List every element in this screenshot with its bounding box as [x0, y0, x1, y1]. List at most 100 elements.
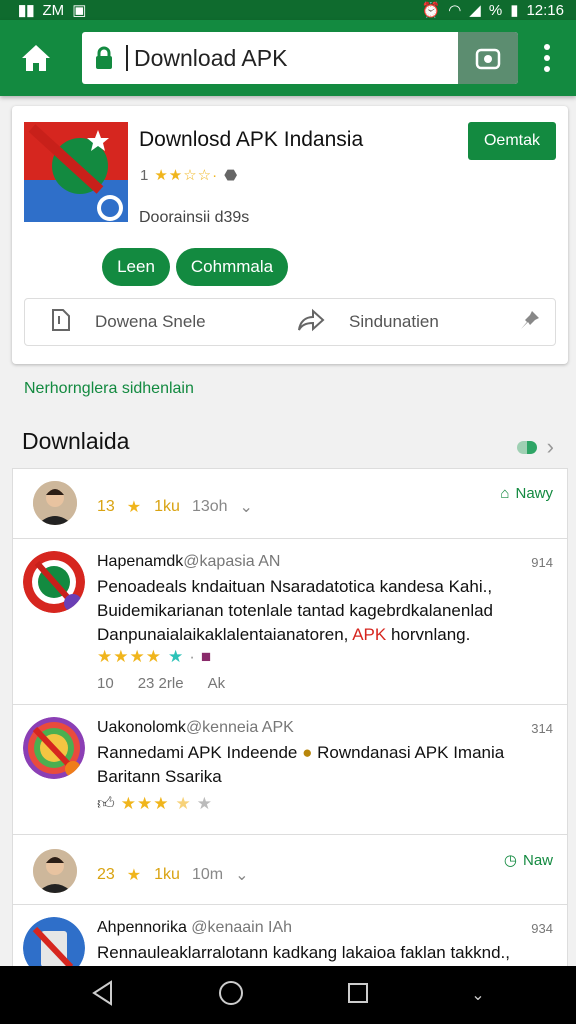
lock-icon: [82, 46, 126, 70]
post-row[interactable]: Ahpennorika @kenaain IAh 934 Rennauleakl…: [13, 905, 567, 968]
star-icon: ★: [126, 499, 143, 516]
post-app-icon: [23, 717, 85, 779]
overflow-menu-icon[interactable]: [532, 36, 562, 80]
star-icon: ★: [126, 867, 143, 884]
wifi-icon: ◠: [448, 2, 462, 19]
summary-row[interactable]: 23 ★ 1ku 10m ⌄ ◷ Naw: [13, 835, 567, 905]
summary-count: 23: [97, 866, 115, 883]
keyboard-hide-icon[interactable]: ⌄: [471, 985, 484, 1005]
post-footer-time: 23 2rle: [137, 675, 184, 692]
post-app-icon: [23, 551, 85, 613]
star-icon: ★: [175, 793, 191, 813]
battery-text: %: [488, 1, 503, 19]
post-author: Hapenamdk@kapasia AN: [97, 553, 280, 571]
apk-highlight: APK: [352, 625, 387, 644]
summary-meta: 23 ★ 1ku 10m ⌄: [97, 865, 248, 885]
post-rating: ★★★★ ★ · ■: [97, 647, 211, 667]
pill-button-2[interactable]: Cohmmala: [176, 248, 288, 286]
clock-icon: ◷: [503, 852, 517, 869]
status-bar: ▮▮ ZM ▣ ⏰ ◠ ◢ % ▮ 12:16: [0, 0, 576, 20]
post-text-part: horvnlang.: [386, 625, 471, 644]
rating-label: 1: [140, 166, 149, 184]
star-icon: ★: [196, 793, 212, 813]
post-author-handle: @kenneia APK: [185, 719, 294, 736]
post-author: Uakonolomk@kenneia APK: [97, 719, 294, 737]
app-logo: [24, 122, 128, 222]
post-footer-extra: Ak: [207, 675, 226, 692]
section-controls[interactable]: ›: [516, 434, 554, 460]
chevron-down-icon[interactable]: ⌄: [235, 865, 248, 885]
rating-stars: ★★★: [120, 793, 170, 813]
post-text-part: Rowndanasi APK Imania: [317, 743, 505, 762]
post-text: Rennauleaklarralotann kadkang lakaioa fa…: [97, 943, 510, 962]
open-button[interactable]: Oemtak: [468, 122, 556, 160]
camera-icon[interactable]: [458, 32, 518, 84]
post-author-name: Hapenamdk: [97, 553, 184, 570]
summary-rating: 1ku: [154, 866, 180, 883]
post-time: 934: [531, 921, 553, 936]
post-text-part: Rannedami APK Indeende: [97, 743, 298, 762]
toggle-dots-icon[interactable]: [516, 440, 537, 454]
app-title: Downlosd APK Indansia: [139, 128, 364, 151]
alarm-icon: ⏰: [421, 2, 441, 19]
post-author-name: Uakonolomk: [97, 719, 186, 736]
home-nav-icon[interactable]: [218, 980, 244, 1011]
action-bar: Dowena Snele Sindunatien: [24, 298, 556, 346]
clock: 12:16: [526, 1, 564, 19]
document-icon: [49, 308, 71, 337]
post-text: Penoadeals kndaituan Nsaradatotica kande…: [97, 575, 555, 647]
section-title: Downlaida: [22, 428, 130, 454]
post-row[interactable]: Hapenamdk@kapasia AN 914 Penoadeals knda…: [13, 539, 567, 705]
chevron-down-icon[interactable]: ⌄: [240, 497, 253, 517]
summary-count: 13: [97, 498, 115, 515]
post-footer-count: 10: [97, 675, 114, 692]
share-action[interactable]: Sindunatien: [297, 308, 439, 337]
post-text-part: Baritann Ssarika: [97, 767, 222, 786]
image-icon: ▣: [72, 2, 87, 19]
emoji-icon: ●: [302, 743, 313, 762]
feed-list: 13 ★ 1ku 13oh ⌄ ⌂ Nawy Hapenamdk@kapasia…: [12, 468, 568, 968]
rating-stars: ★★★★: [97, 647, 162, 666]
download-action-label: Dowena Snele: [95, 312, 206, 331]
summary-row[interactable]: 13 ★ 1ku 13oh ⌄ ⌂ Nawy: [13, 469, 567, 539]
new-badge-label: Nawy: [515, 485, 553, 502]
post-author-name: Ahpennorika: [97, 919, 187, 936]
post-author-handle: @kenaain IAh: [191, 919, 293, 936]
post-time: 914: [531, 555, 553, 570]
new-badge[interactable]: ⌂ Nawy: [500, 485, 553, 502]
pin-icon[interactable]: [519, 309, 541, 336]
summary-time: 10m: [191, 866, 224, 883]
rating-stars: ★★☆☆·: [154, 167, 219, 184]
home-icon[interactable]: [14, 36, 58, 80]
sim-icon: ▮▮: [18, 2, 35, 19]
pill-button-1[interactable]: Leen: [102, 248, 170, 286]
avatar: [33, 849, 77, 893]
status-left-text: ZM: [42, 1, 65, 19]
rating-row: 1 ★★☆☆· ⬣: [140, 166, 238, 185]
share-action-label: Sindunatien: [349, 312, 439, 331]
signal-icon: ◢: [469, 2, 481, 19]
section-link[interactable]: Nerhornglera sidhenlain: [24, 380, 194, 398]
app-card: Downlosd APK Indansia 1 ★★☆☆· ⬣ Doorains…: [12, 106, 568, 364]
chevron-right-icon[interactable]: ›: [547, 434, 554, 460]
recents-icon[interactable]: [347, 982, 369, 1009]
gift-icon: ■: [200, 647, 212, 666]
info-icon: ⬣: [224, 167, 238, 184]
app-subtitle: Doorainsii d39s: [139, 209, 250, 226]
browser-toolbar: Download APK: [0, 20, 576, 96]
back-icon[interactable]: [91, 979, 115, 1011]
post-app-icon: [23, 917, 85, 968]
post-footer: 10 23 2rle Ak: [97, 675, 225, 692]
post-rating: 👍︎ ★★★ ★ ★: [97, 793, 212, 814]
post-author-handle: @kapasia AN: [183, 553, 281, 570]
avatar: [33, 481, 77, 525]
home-outline-icon: ⌂: [500, 485, 510, 502]
summary-meta: 13 ★ 1ku 13oh ⌄: [97, 497, 253, 517]
download-action[interactable]: Dowena Snele: [49, 308, 206, 337]
post-row[interactable]: Uakonolomk@kenneia APK 314 Rannedami APK…: [13, 705, 567, 835]
summary-rating: 1ku: [154, 498, 180, 515]
battery-icon: ▮: [510, 2, 519, 19]
address-bar[interactable]: Download APK: [82, 32, 518, 84]
new-badge[interactable]: ◷ Naw: [503, 851, 553, 870]
thumbs-up-icon[interactable]: 👍︎: [97, 793, 115, 814]
